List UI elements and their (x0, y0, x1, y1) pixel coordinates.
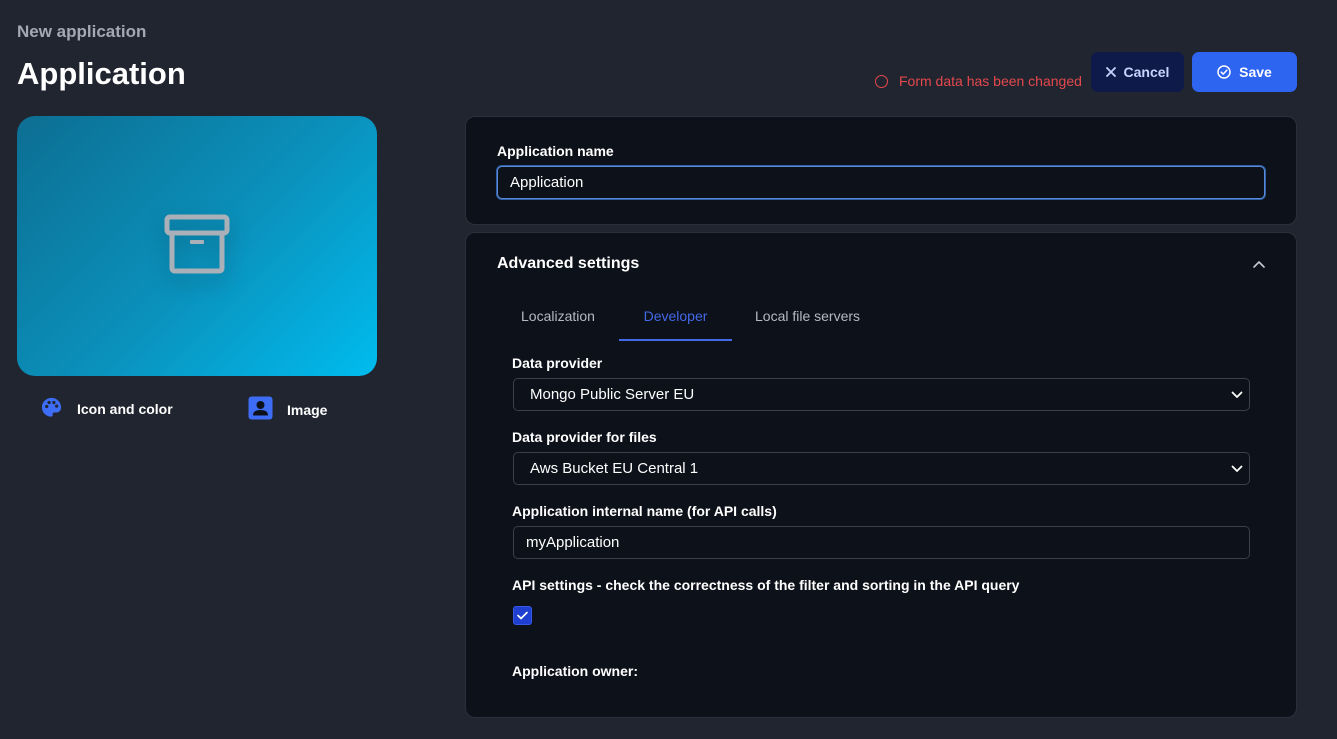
api-settings-label: API settings - check the correctness of … (512, 577, 1020, 593)
internal-name-label: Application internal name (for API calls… (512, 503, 777, 519)
form-changed-notice: Form data has been changed (875, 73, 1082, 89)
api-settings-checkbox[interactable] (513, 606, 532, 625)
page-title: Application (17, 56, 186, 91)
application-name-label: Application name (497, 143, 614, 159)
chevron-up-icon[interactable] (1252, 256, 1266, 274)
icon-and-color-option[interactable]: Icon and color (40, 396, 173, 422)
archive-icon (164, 214, 230, 279)
cancel-button[interactable]: Cancel (1091, 52, 1184, 92)
chevron-down-icon (1231, 386, 1243, 403)
check-circle-icon (1217, 65, 1231, 79)
advanced-settings-title: Advanced settings (497, 255, 640, 272)
app-preview-card (17, 116, 377, 376)
portrait-icon (248, 396, 273, 423)
tab-local-file-servers[interactable]: Local file servers (755, 308, 860, 341)
application-owner-label: Application owner: (512, 663, 638, 679)
palette-icon (40, 396, 63, 422)
application-name-input[interactable] (497, 166, 1265, 199)
application-name-panel: Application name (465, 116, 1297, 225)
image-option[interactable]: Image (248, 396, 327, 423)
cancel-button-label: Cancel (1123, 64, 1170, 80)
data-provider-value: Mongo Public Server EU (530, 386, 695, 403)
tab-localization[interactable]: Localization (521, 308, 595, 341)
files-provider-select[interactable]: Aws Bucket EU Central 1 (513, 452, 1250, 485)
icon-and-color-label: Icon and color (77, 401, 173, 417)
internal-name-input[interactable] (513, 526, 1250, 559)
image-label: Image (287, 401, 328, 418)
warning-circle-icon (875, 74, 888, 88)
chevron-down-icon (1231, 460, 1243, 477)
close-icon (1105, 67, 1116, 77)
save-button-label: Save (1239, 64, 1272, 80)
data-provider-select[interactable]: Mongo Public Server EU (513, 378, 1250, 411)
advanced-settings-panel: Advanced settings Localization Developer… (465, 232, 1297, 718)
data-provider-label: Data provider (512, 355, 603, 371)
tab-developer[interactable]: Developer (619, 308, 732, 341)
files-provider-label: Data provider for files (512, 429, 657, 445)
save-button[interactable]: Save (1192, 52, 1297, 92)
breadcrumb: New application (17, 22, 147, 41)
checkmark-icon (517, 611, 528, 620)
form-changed-text: Form data has been changed (899, 73, 1082, 89)
files-provider-value: Aws Bucket EU Central 1 (530, 460, 699, 477)
